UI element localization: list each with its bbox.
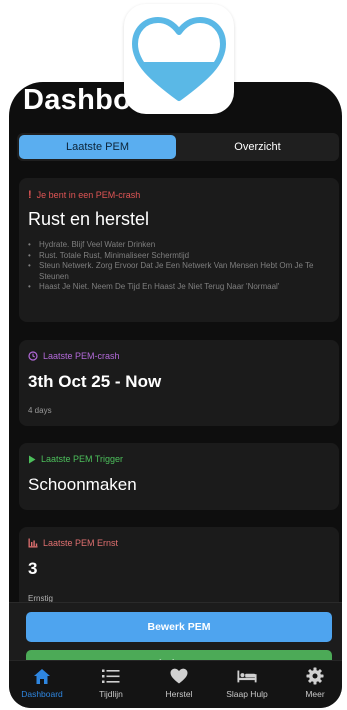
bed-icon	[237, 667, 257, 685]
crash-status-header: ! Je bent in een PEM-crash	[28, 189, 140, 201]
severity-header: Laatste PEM Ernst	[28, 538, 118, 548]
trigger-value: Schoonmaken	[28, 475, 137, 494]
tab-bar: Dashboard Tijdlijn Herstel Slaap Hulp Me…	[9, 660, 342, 708]
tab-sleep-help[interactable]: Slaap Hulp	[217, 667, 277, 699]
crash-status-card: ! Je bent in een PEM-crash Rust en herst…	[19, 178, 339, 322]
last-crash-card[interactable]: Laatste PEM-crash 3th Oct 25 - Now 4 day…	[19, 340, 339, 426]
last-crash-header: Laatste PEM-crash	[28, 351, 120, 361]
last-crash-duration: 4 days	[28, 406, 52, 415]
edit-pem-button[interactable]: Bewerk PEM	[26, 612, 332, 642]
exclamation-icon: !	[28, 189, 32, 201]
clock-icon	[28, 351, 38, 361]
tab-recovery[interactable]: Herstel	[149, 667, 209, 699]
trigger-card[interactable]: Laatste PEM Trigger Schoonmaken	[19, 443, 339, 510]
list-icon	[101, 667, 121, 685]
tab-last-pem[interactable]: Laatste PEM	[19, 135, 176, 159]
list-item: Rust. Totale Rust, Minimaliseer Schermti…	[28, 251, 328, 262]
home-icon	[32, 667, 52, 685]
last-crash-value: 3th Oct 25 - Now	[28, 372, 162, 391]
tab-more[interactable]: Meer	[285, 667, 342, 699]
app-logo	[124, 4, 234, 114]
last-crash-label: Laatste PEM-crash	[43, 351, 120, 361]
list-item: Haast Je Niet. Neem De Tijd En Haast Je …	[28, 282, 328, 293]
segmented-control: Laatste PEM Overzicht	[17, 133, 339, 161]
heart-icon	[169, 667, 189, 685]
list-item: Steun Netwerk. Zorg Ervoor Dat Je Een Ne…	[28, 261, 328, 282]
list-item: Hydrate. Blijf Veel Water Drinken	[28, 240, 328, 251]
trigger-label: Laatste PEM Trigger	[41, 454, 124, 464]
severity-value: 3	[28, 559, 38, 578]
tab-timeline[interactable]: Tijdlijn	[81, 667, 141, 699]
trigger-header: Laatste PEM Trigger	[28, 454, 123, 464]
recovery-tips-list: Hydrate. Blijf Veel Water Drinken Rust. …	[28, 240, 328, 293]
gear-icon	[305, 667, 325, 685]
severity-label: Laatste PEM Ernst	[43, 538, 119, 548]
crash-status-label: Je bent in een PEM-crash	[36, 190, 141, 200]
play-icon	[29, 455, 36, 463]
tab-recovery-label: Herstel	[165, 689, 193, 699]
tab-sleep-help-label: Slaap Hulp	[226, 689, 268, 699]
crash-status-title: Rust en herstel	[28, 209, 150, 229]
bar-chart-icon	[28, 538, 38, 548]
tab-dashboard-label: Dashboard	[21, 689, 63, 699]
tab-dashboard[interactable]: Dashboard	[12, 667, 72, 699]
app-screen: Dashboard Laatste PEM Overzicht ! Je ben…	[9, 82, 342, 708]
tab-overview[interactable]: Overzicht	[178, 135, 337, 159]
tab-timeline-label: Tijdlijn	[99, 689, 123, 699]
tab-more-label: Meer	[305, 689, 325, 699]
heart-logo-icon	[132, 17, 226, 101]
